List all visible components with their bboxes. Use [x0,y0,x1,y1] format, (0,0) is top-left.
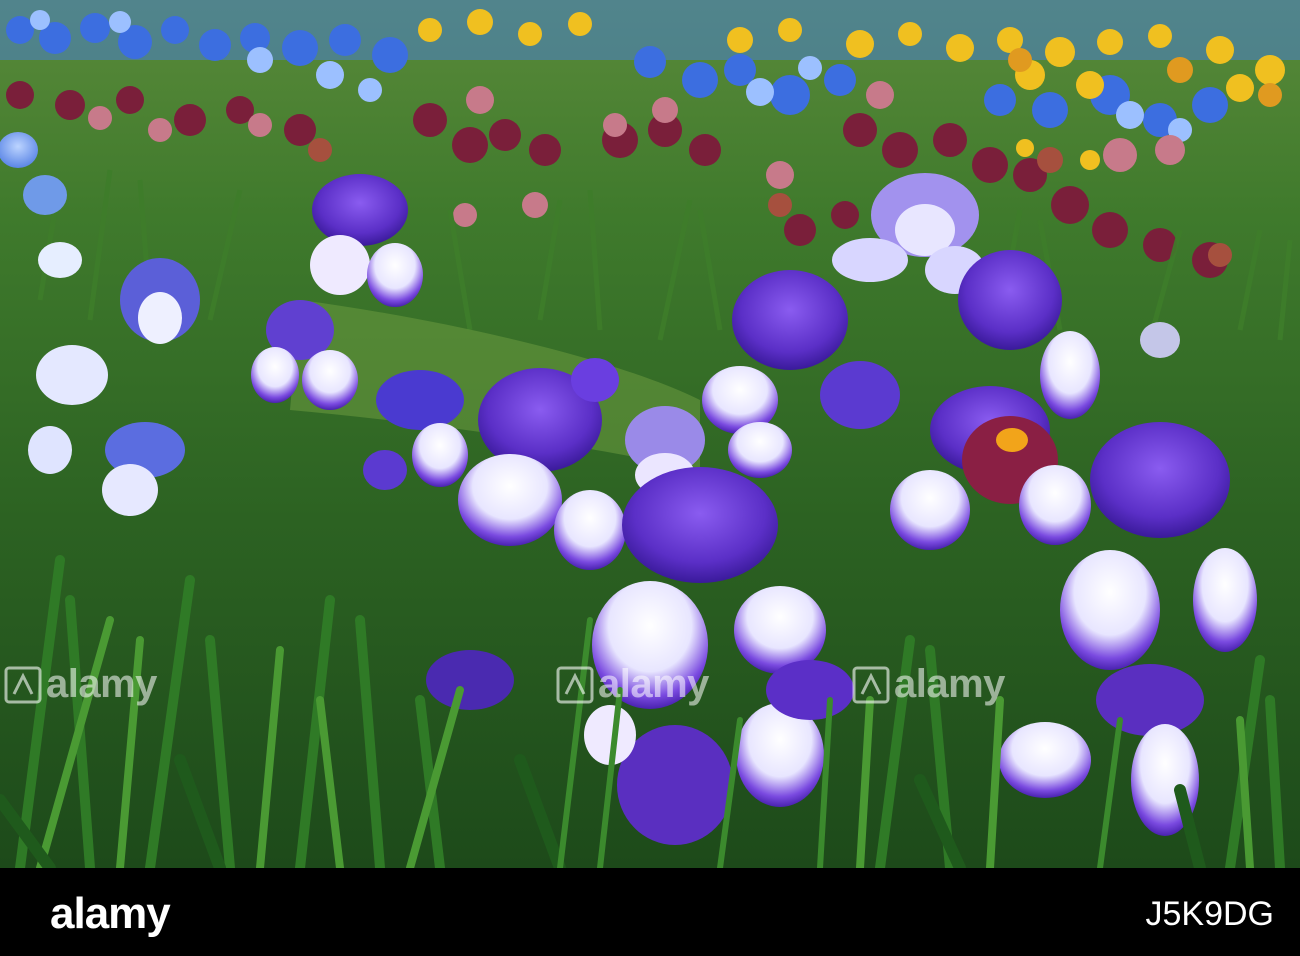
alamy-logo-text: alamy [50,889,171,938]
stock-footer-bar: alamy J5K9DG [0,868,1300,956]
stock-photo: alamy alamy alamy alamy J5K9DG [0,0,1300,956]
alamy-logo: alamy [50,889,171,938]
image-id: J5K9DG [1145,894,1275,933]
iris-field-photo [0,0,1300,868]
